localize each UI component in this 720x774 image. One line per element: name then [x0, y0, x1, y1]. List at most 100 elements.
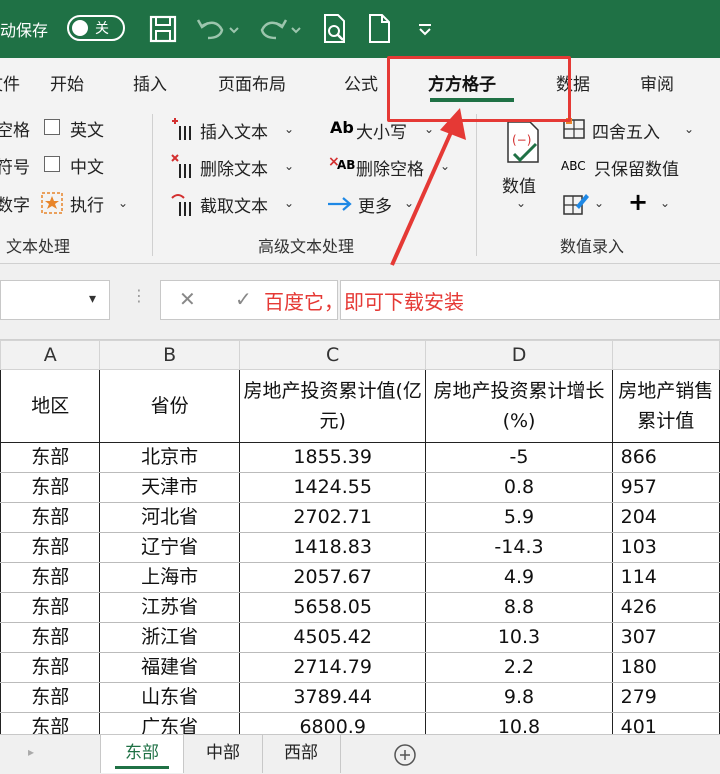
table-cell[interactable]: 东部	[0, 682, 101, 713]
chevron-down-icon[interactable]: ⌄	[284, 196, 294, 210]
column-header-c[interactable]: C	[238, 340, 427, 370]
new-document-icon[interactable]	[366, 12, 394, 46]
chevron-down-icon[interactable]: ⌄	[284, 159, 294, 173]
table-cell[interactable]: 3789.44	[238, 682, 427, 713]
table-cell[interactable]: 5658.05	[238, 592, 427, 623]
table-cell[interactable]: 1418.83	[238, 532, 427, 563]
table-cell[interactable]: 辽宁省	[99, 532, 240, 563]
tab-file[interactable]: 文件	[0, 70, 20, 95]
table-cell[interactable]: 东部	[0, 472, 101, 503]
chevron-down-icon[interactable]: ▾	[89, 291, 96, 307]
table-cell[interactable]: 4505.42	[238, 622, 427, 653]
chevron-down-icon[interactable]: ⌄	[118, 196, 128, 210]
keep-values-only-button[interactable]: 只保留数值	[594, 155, 679, 180]
value-button[interactable]: 数值	[502, 172, 536, 197]
header-cell-province[interactable]: 省份	[99, 369, 240, 443]
table-cell[interactable]: 103	[611, 532, 720, 563]
chevron-down-icon[interactable]: ⌄	[594, 196, 604, 210]
extract-text-button[interactable]: 截取文本	[200, 192, 268, 217]
undo-icon[interactable]	[194, 14, 244, 44]
table-cell[interactable]: 福建省	[99, 652, 240, 683]
table-cell[interactable]: 9.8	[425, 682, 613, 713]
column-header-b[interactable]: B	[99, 340, 240, 370]
table-cell[interactable]: 东部	[0, 442, 101, 473]
table-cell[interactable]: 866	[611, 442, 720, 473]
scroll-left-icon[interactable]: ▸	[28, 745, 34, 759]
table-cell[interactable]: 957	[611, 472, 720, 503]
ribbon-item-number[interactable]: 数字	[0, 191, 30, 216]
table-cell[interactable]: 401	[611, 712, 720, 734]
column-header-a[interactable]: A	[0, 340, 101, 370]
table-cell[interactable]: 上海市	[99, 562, 240, 593]
ribbon-item-symbol[interactable]: 符号	[0, 153, 30, 178]
drag-handle-icon[interactable]: ⋮	[131, 286, 147, 305]
chevron-down-icon[interactable]: ⌄	[284, 122, 294, 136]
table-cell[interactable]: 114	[611, 562, 720, 593]
tab-home[interactable]: 开始	[50, 70, 84, 95]
table-cell[interactable]: 东部	[0, 652, 101, 683]
sheet-tab-central[interactable]: 中部	[184, 735, 263, 773]
english-checkbox[interactable]	[44, 119, 60, 135]
table-cell[interactable]: 180	[611, 652, 720, 683]
insert-text-button[interactable]: 插入文本	[200, 118, 268, 143]
ribbon-item-space[interactable]: 空格	[0, 116, 30, 141]
tab-page-layout[interactable]: 页面布局	[218, 70, 286, 95]
column-header-d[interactable]: D	[425, 340, 613, 370]
sheet-tab-east[interactable]: 东部	[100, 735, 184, 773]
table-cell[interactable]: 河北省	[99, 502, 240, 533]
table-cell[interactable]: -5	[425, 442, 613, 473]
table-cell[interactable]: 1424.55	[238, 472, 427, 503]
table-cell[interactable]: -14.3	[425, 532, 613, 563]
delete-text-button[interactable]: 删除文本	[200, 155, 268, 180]
table-cell[interactable]: 江苏省	[99, 592, 240, 623]
save-icon[interactable]	[148, 14, 178, 44]
chinese-checkbox[interactable]	[44, 156, 60, 172]
header-cell-sales[interactable]: 房地产销售累计值	[611, 369, 720, 443]
table-cell[interactable]: 10.8	[425, 712, 613, 734]
tab-review[interactable]: 审阅	[640, 70, 674, 95]
table-cell[interactable]: 北京市	[99, 442, 240, 473]
table-cell[interactable]: 广东省	[99, 712, 240, 734]
name-box[interactable]: ▾	[0, 280, 110, 320]
column-header-e[interactable]	[611, 340, 720, 370]
execute-button[interactable]: 执行	[70, 191, 104, 216]
table-cell[interactable]: 8.8	[425, 592, 613, 623]
plus-icon[interactable]: +	[628, 188, 648, 216]
redo-icon[interactable]	[256, 14, 306, 44]
table-cell[interactable]: 307	[611, 622, 720, 653]
table-cell[interactable]: 东部	[0, 592, 101, 623]
table-cell[interactable]: 204	[611, 502, 720, 533]
table-cell[interactable]: 1855.39	[238, 442, 427, 473]
header-cell-growth[interactable]: 房地产投资累计增长(%)	[425, 369, 613, 443]
round-button[interactable]: 四舍五入	[592, 118, 660, 143]
chevron-down-icon[interactable]: ⌄	[684, 122, 694, 136]
ribbon-item-chinese[interactable]: 中文	[70, 153, 104, 178]
fill-icon[interactable]	[562, 190, 590, 216]
tab-insert[interactable]: 插入	[133, 70, 167, 95]
table-cell[interactable]: 4.9	[425, 562, 613, 593]
header-cell-investment[interactable]: 房地产投资累计值(亿元)	[238, 369, 427, 443]
table-cell[interactable]: 2702.71	[238, 502, 427, 533]
table-cell[interactable]: 浙江省	[99, 622, 240, 653]
table-cell[interactable]: 279	[611, 682, 720, 713]
table-cell[interactable]: 东部	[0, 712, 101, 734]
table-cell[interactable]: 2057.67	[238, 562, 427, 593]
table-cell[interactable]: 5.9	[425, 502, 613, 533]
table-cell[interactable]: 6800.9	[238, 712, 427, 734]
table-cell[interactable]: 0.8	[425, 472, 613, 503]
autosave-toggle[interactable]: 关	[67, 15, 125, 41]
table-cell[interactable]: 天津市	[99, 472, 240, 503]
sheet-tab-west[interactable]: 西部	[262, 735, 341, 773]
chevron-down-icon[interactable]: ⌄	[660, 196, 670, 210]
add-sheet-icon[interactable]	[392, 742, 418, 768]
table-cell[interactable]: 2.2	[425, 652, 613, 683]
print-preview-icon[interactable]	[320, 12, 350, 46]
customize-toolbar-icon[interactable]	[416, 20, 434, 38]
tab-formulas[interactable]: 公式	[344, 70, 378, 95]
table-cell[interactable]: 东部	[0, 622, 101, 653]
table-cell[interactable]: 2714.79	[238, 652, 427, 683]
ribbon-item-english[interactable]: 英文	[70, 116, 104, 141]
table-cell[interactable]: 东部	[0, 532, 101, 563]
chevron-down-icon[interactable]: ⌄	[516, 196, 526, 210]
table-cell[interactable]: 山东省	[99, 682, 240, 713]
